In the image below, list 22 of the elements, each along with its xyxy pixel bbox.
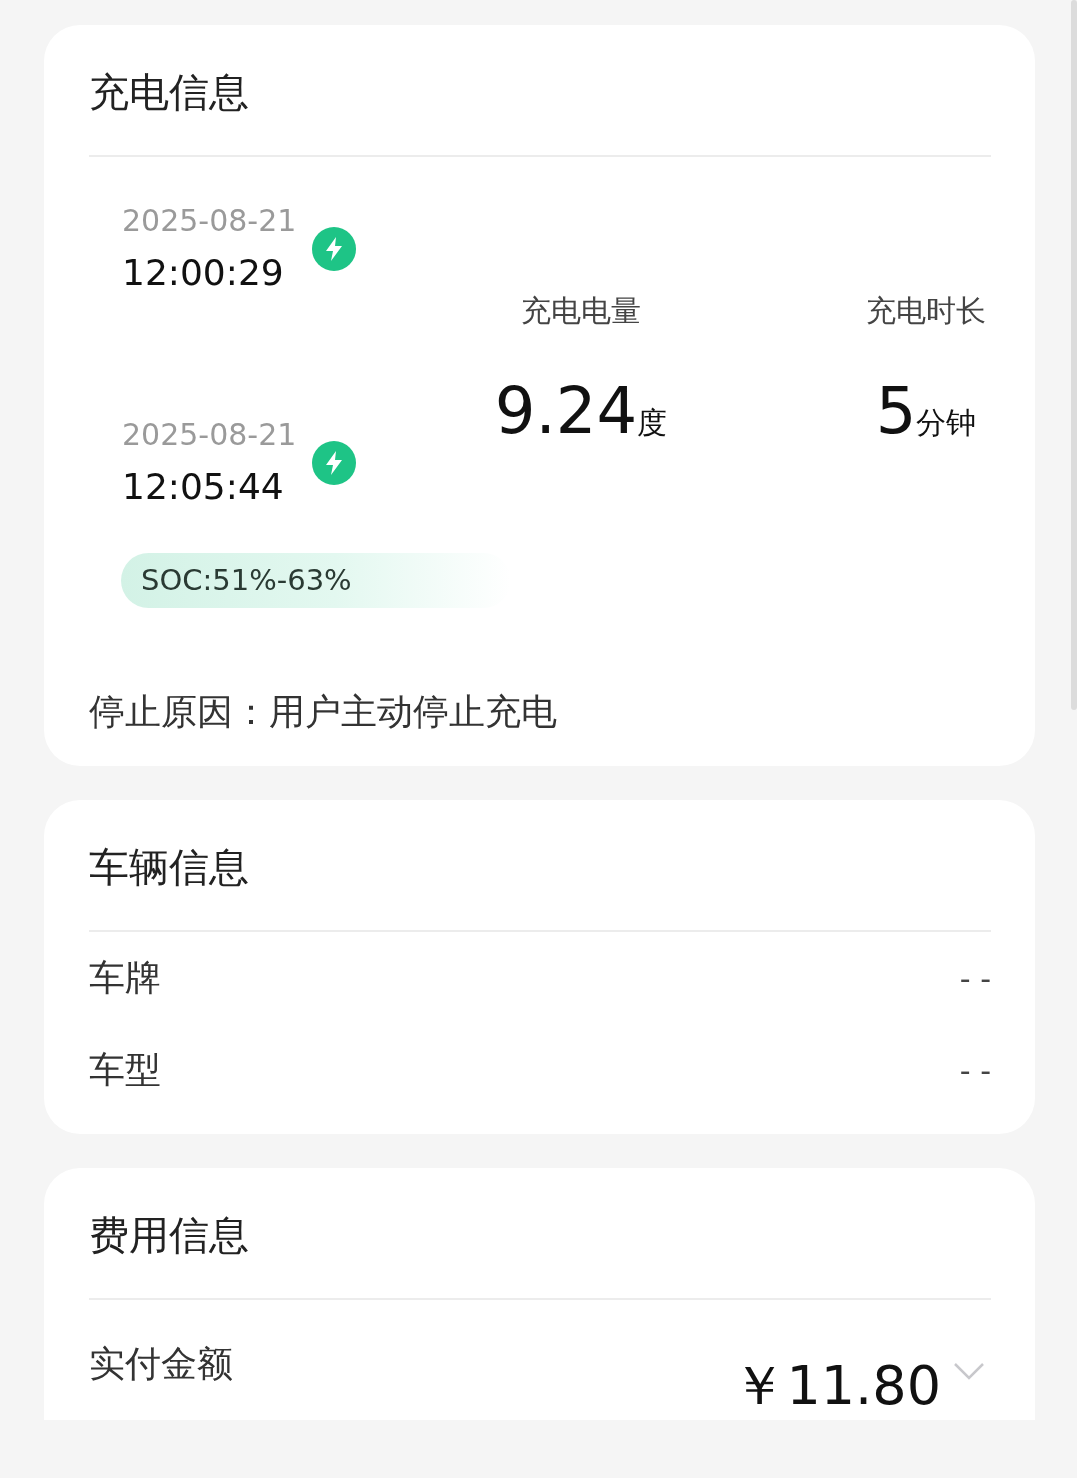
- date-text: 2025-08-21: [122, 202, 298, 240]
- lightning-icon: [312, 441, 356, 485]
- stat-value: 9.24度: [493, 374, 669, 448]
- row-label: 车型: [89, 1047, 161, 1092]
- chevron-icon[interactable]: [953, 1362, 985, 1382]
- stat-value: 5分钟: [874, 374, 978, 448]
- stat-label: 充电电量: [520, 292, 642, 330]
- row-value: - -: [959, 960, 991, 996]
- section-title: 车辆信息: [89, 843, 250, 892]
- stat-label: 充电时长: [865, 292, 987, 330]
- scrollbar[interactable]: [1071, 0, 1077, 710]
- row-label: 车牌: [89, 955, 161, 1000]
- row-label: 实付金额: [89, 1342, 234, 1386]
- section-title: 充电信息: [89, 68, 250, 117]
- lightning-icon: [312, 227, 356, 271]
- time-text: 12:05:44: [122, 465, 285, 509]
- amount-value: ￥11.80: [732, 1353, 941, 1419]
- time-text: 12:00:29: [122, 251, 285, 295]
- row-value: - -: [959, 1052, 991, 1088]
- stop-reason: 停止原因：用户主动停止充电: [89, 690, 558, 734]
- date-text: 2025-08-21: [122, 416, 298, 454]
- section-title: 费用信息: [89, 1211, 250, 1260]
